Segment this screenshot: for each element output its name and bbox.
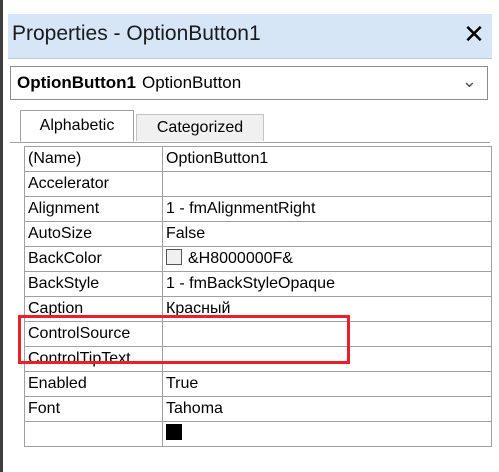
properties-grid: (Name) OptionButton1 Accelerator Alignme… <box>24 146 492 447</box>
property-name[interactable]: Font <box>24 396 163 422</box>
property-row[interactable]: BackStyle 1 - fmBackStyleOpaque <box>24 271 492 297</box>
property-value-text: &H8000000F& <box>188 250 293 267</box>
tab-alphabetic[interactable]: Alphabetic <box>20 110 134 142</box>
property-row[interactable]: (Name) OptionButton1 <box>24 146 492 172</box>
property-row[interactable]: ControlTipText <box>24 346 492 372</box>
property-value[interactable]: OptionButton1 <box>162 146 492 172</box>
chevron-down-icon: ⌄ <box>461 71 477 92</box>
property-value[interactable] <box>162 171 492 197</box>
property-name[interactable]: Caption <box>24 296 163 322</box>
color-swatch-icon <box>166 249 182 265</box>
property-name[interactable] <box>24 421 163 447</box>
property-name[interactable]: BackColor <box>24 246 163 272</box>
property-value[interactable]: Красный <box>162 296 492 322</box>
property-row[interactable]: ControlSource <box>24 321 492 347</box>
property-value[interactable]: True <box>162 371 492 397</box>
property-name[interactable]: ControlTipText <box>24 346 163 372</box>
property-name[interactable]: Enabled <box>24 371 163 397</box>
property-name[interactable]: AutoSize <box>24 221 163 247</box>
close-icon: ✕ <box>463 20 485 50</box>
property-row[interactable]: Alignment 1 - fmAlignmentRight <box>24 196 492 222</box>
object-selector-dropdown[interactable]: OptionButton1 OptionButton ⌄ <box>10 66 488 100</box>
property-value[interactable]: 1 - fmBackStyleOpaque <box>162 271 492 297</box>
object-name-text: OptionButton1 <box>17 73 136 92</box>
property-value[interactable]: False <box>162 221 492 247</box>
property-row[interactable]: Accelerator <box>24 171 492 197</box>
property-row[interactable] <box>24 421 492 447</box>
object-name: OptionButton1 OptionButton <box>17 73 241 93</box>
property-value[interactable] <box>162 346 492 372</box>
property-name[interactable]: BackStyle <box>24 271 163 297</box>
title-bar: Properties - OptionButton1 ✕ <box>8 14 492 59</box>
close-button[interactable]: ✕ <box>460 20 488 50</box>
window-title: Properties - OptionButton1 <box>12 22 261 45</box>
property-row[interactable]: Enabled True <box>24 371 492 397</box>
property-value[interactable] <box>162 421 492 447</box>
property-name[interactable]: ControlSource <box>24 321 163 347</box>
property-value[interactable]: &H8000000F& <box>162 246 492 272</box>
tab-bar: Alphabetic Categorized <box>10 106 490 143</box>
property-value[interactable]: Tahoma <box>162 396 492 422</box>
property-row[interactable]: Font Tahoma <box>24 396 492 422</box>
property-name[interactable]: (Name) <box>24 146 163 172</box>
window-edge <box>0 0 3 472</box>
property-name[interactable]: Alignment <box>24 196 163 222</box>
color-swatch-icon <box>166 424 182 440</box>
property-value[interactable]: 1 - fmAlignmentRight <box>162 196 492 222</box>
tab-categorized[interactable]: Categorized <box>136 114 264 141</box>
property-row[interactable]: BackColor &H8000000F& <box>24 246 492 272</box>
properties-window: Properties - OptionButton1 ✕ OptionButto… <box>0 0 499 472</box>
property-value[interactable] <box>162 321 492 347</box>
property-row-caption[interactable]: Caption Красный <box>24 296 492 322</box>
property-row[interactable]: AutoSize False <box>24 221 492 247</box>
object-type: OptionButton <box>141 73 242 92</box>
property-name[interactable]: Accelerator <box>24 171 163 197</box>
